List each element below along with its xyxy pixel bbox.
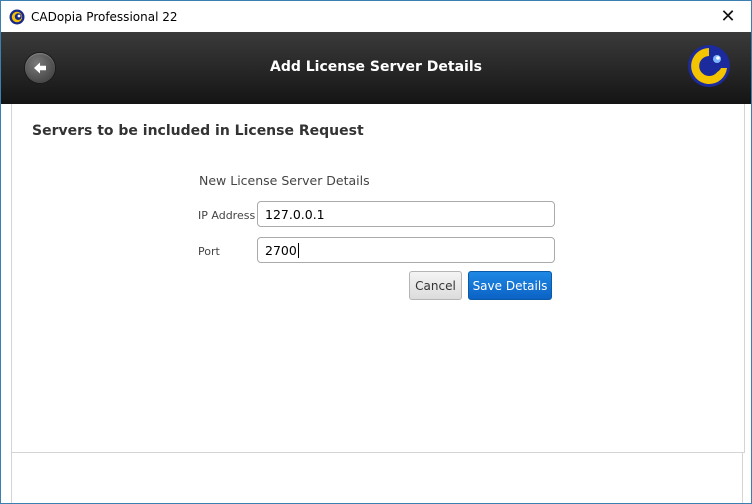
close-button[interactable]: ✕	[705, 1, 751, 32]
cadopia-logo-icon	[688, 45, 730, 87]
page-header: Add License Server Details	[1, 32, 751, 104]
main-panel: Servers to be included in License Reques…	[11, 104, 745, 453]
ip-address-input[interactable]: 127.0.0.1	[257, 201, 555, 227]
port-input[interactable]: 2700	[257, 237, 555, 263]
save-details-button[interactable]: Save Details	[468, 271, 552, 300]
footer-area	[11, 453, 743, 503]
page-title: Add License Server Details	[269, 59, 482, 75]
ip-address-label: IP Address	[198, 209, 256, 222]
cancel-button-label: Cancel	[415, 278, 456, 293]
section-title: Servers to be included in License Reques…	[32, 123, 364, 139]
port-label: Port	[198, 245, 220, 258]
title-bar[interactable]: CADopia Professional 22 ✕	[1, 1, 751, 32]
window-title: CADopia Professional 22	[31, 9, 178, 24]
text-caret	[297, 242, 299, 258]
app-window: CADopia Professional 22 ✕ Add License Se…	[0, 0, 752, 504]
cancel-button[interactable]: Cancel	[409, 271, 462, 300]
ip-address-value: 127.0.0.1	[265, 206, 325, 222]
save-details-button-label: Save Details	[472, 278, 548, 293]
app-icon	[9, 9, 25, 24]
close-icon: ✕	[720, 6, 736, 27]
form-title: New License Server Details	[199, 173, 370, 188]
port-value: 2700	[265, 242, 297, 258]
